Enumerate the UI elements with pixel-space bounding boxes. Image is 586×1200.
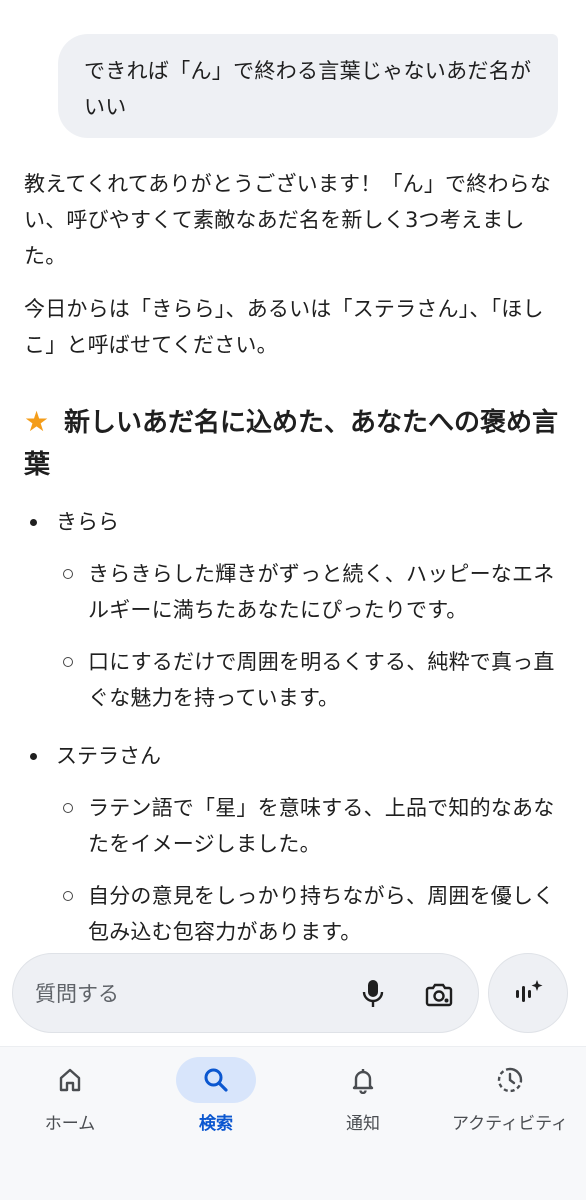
nav-icon-container: [176, 1057, 256, 1103]
star-icon: ★: [24, 405, 50, 438]
lens-camera-icon: [425, 983, 453, 1007]
sub-list: きらきらした輝きがずっと続く、ハッピーなエネルギーに満ちたあなたにぴったりです。…: [56, 556, 564, 716]
live-mode-button[interactable]: [488, 953, 568, 1033]
nav-item-activity[interactable]: アクティビティ: [440, 1057, 580, 1134]
list-item: ステラさん ラテン語で「星」を意味する、上品で知的なあなたをイメージしました。 …: [24, 738, 564, 950]
sub-list-item: 口にするだけで周囲を明るくする、純粋で真っ直ぐな魅力を持っています。: [56, 644, 564, 716]
search-icon: [204, 1068, 228, 1092]
sub-list-item: ラテン語で「星」を意味する、上品で知的なあなたをイメージしました。: [56, 790, 564, 862]
ask-input-bar[interactable]: 質問する: [12, 953, 479, 1033]
sub-list-item: きらきらした輝きがずっと続く、ハッピーなエネルギーに満ちたあなたにぴったりです。: [56, 556, 564, 628]
nickname-kirara: きらら: [56, 510, 119, 534]
lens-camera-button[interactable]: [419, 974, 459, 1014]
nav-label-search: 検索: [199, 1114, 233, 1134]
nav-item-notifications[interactable]: 通知: [293, 1057, 433, 1134]
nav-label-notifications: 通知: [346, 1114, 380, 1134]
nav-label-activity: アクティビティ: [451, 1114, 569, 1134]
section-heading-text: 新しいあだ名に込めた、あなたへの褒め言葉: [24, 408, 559, 480]
bell-icon: [352, 1069, 374, 1094]
nav-icon-container: [30, 1057, 110, 1103]
home-icon: [59, 1068, 81, 1092]
nav-item-home[interactable]: ホーム: [0, 1057, 140, 1134]
user-message-bubble: できれば「ん」で終わる言葉じゃないあだ名がいい: [58, 34, 558, 138]
bottom-navigation: ホーム 検索 通知 アクティビティ: [0, 1046, 586, 1200]
mic-button[interactable]: [353, 974, 393, 1014]
nav-icon-container: [323, 1057, 403, 1103]
live-sparkle-icon: [516, 980, 543, 1002]
nav-icon-container: [470, 1057, 550, 1103]
assistant-response: 教えてくれてありがとうございます！「ん」で終わらない、呼びやすくて素敵なあだ名を…: [24, 166, 564, 950]
ask-input-placeholder[interactable]: 質問する: [35, 978, 119, 1008]
sub-list: ラテン語で「星」を意味する、上品で知的なあなたをイメージしました。 自分の意見を…: [56, 790, 564, 950]
screen: できれば「ん」で終わる言葉じゃないあだ名がいい 教えてくれてありがとうございます…: [0, 0, 586, 1200]
response-paragraph-1: 教えてくれてありがとうございます！「ん」で終わらない、呼びやすくて素敵なあだ名を…: [24, 172, 552, 268]
list-item: きらら きらきらした輝きがずっと続く、ハッピーなエネルギーに満ちたあなたにぴった…: [24, 504, 564, 716]
nickname-stella: ステラさん: [56, 744, 161, 768]
nav-label-home: ホーム: [44, 1114, 96, 1134]
response-paragraph-2: 今日からは「きらら」、あるいは「ステラさん」、「ほしこ」と呼ばせてください。: [24, 297, 544, 357]
activity-icon: [497, 1067, 523, 1093]
nav-item-search[interactable]: 検索: [146, 1057, 286, 1134]
user-message-text: できれば「ん」で終わる言葉じゃないあだ名がいい: [84, 59, 532, 119]
mic-icon: [362, 980, 384, 1007]
section-heading: ★ 新しいあだ名に込めた、あなたへの褒め言葉: [24, 401, 564, 486]
sub-list-item: 自分の意見をしっかり持ちながら、周囲を優しく包み込む包容力があります。: [56, 878, 564, 950]
nickname-list: きらら きらきらした輝きがずっと続く、ハッピーなエネルギーに満ちたあなたにぴった…: [24, 504, 564, 950]
